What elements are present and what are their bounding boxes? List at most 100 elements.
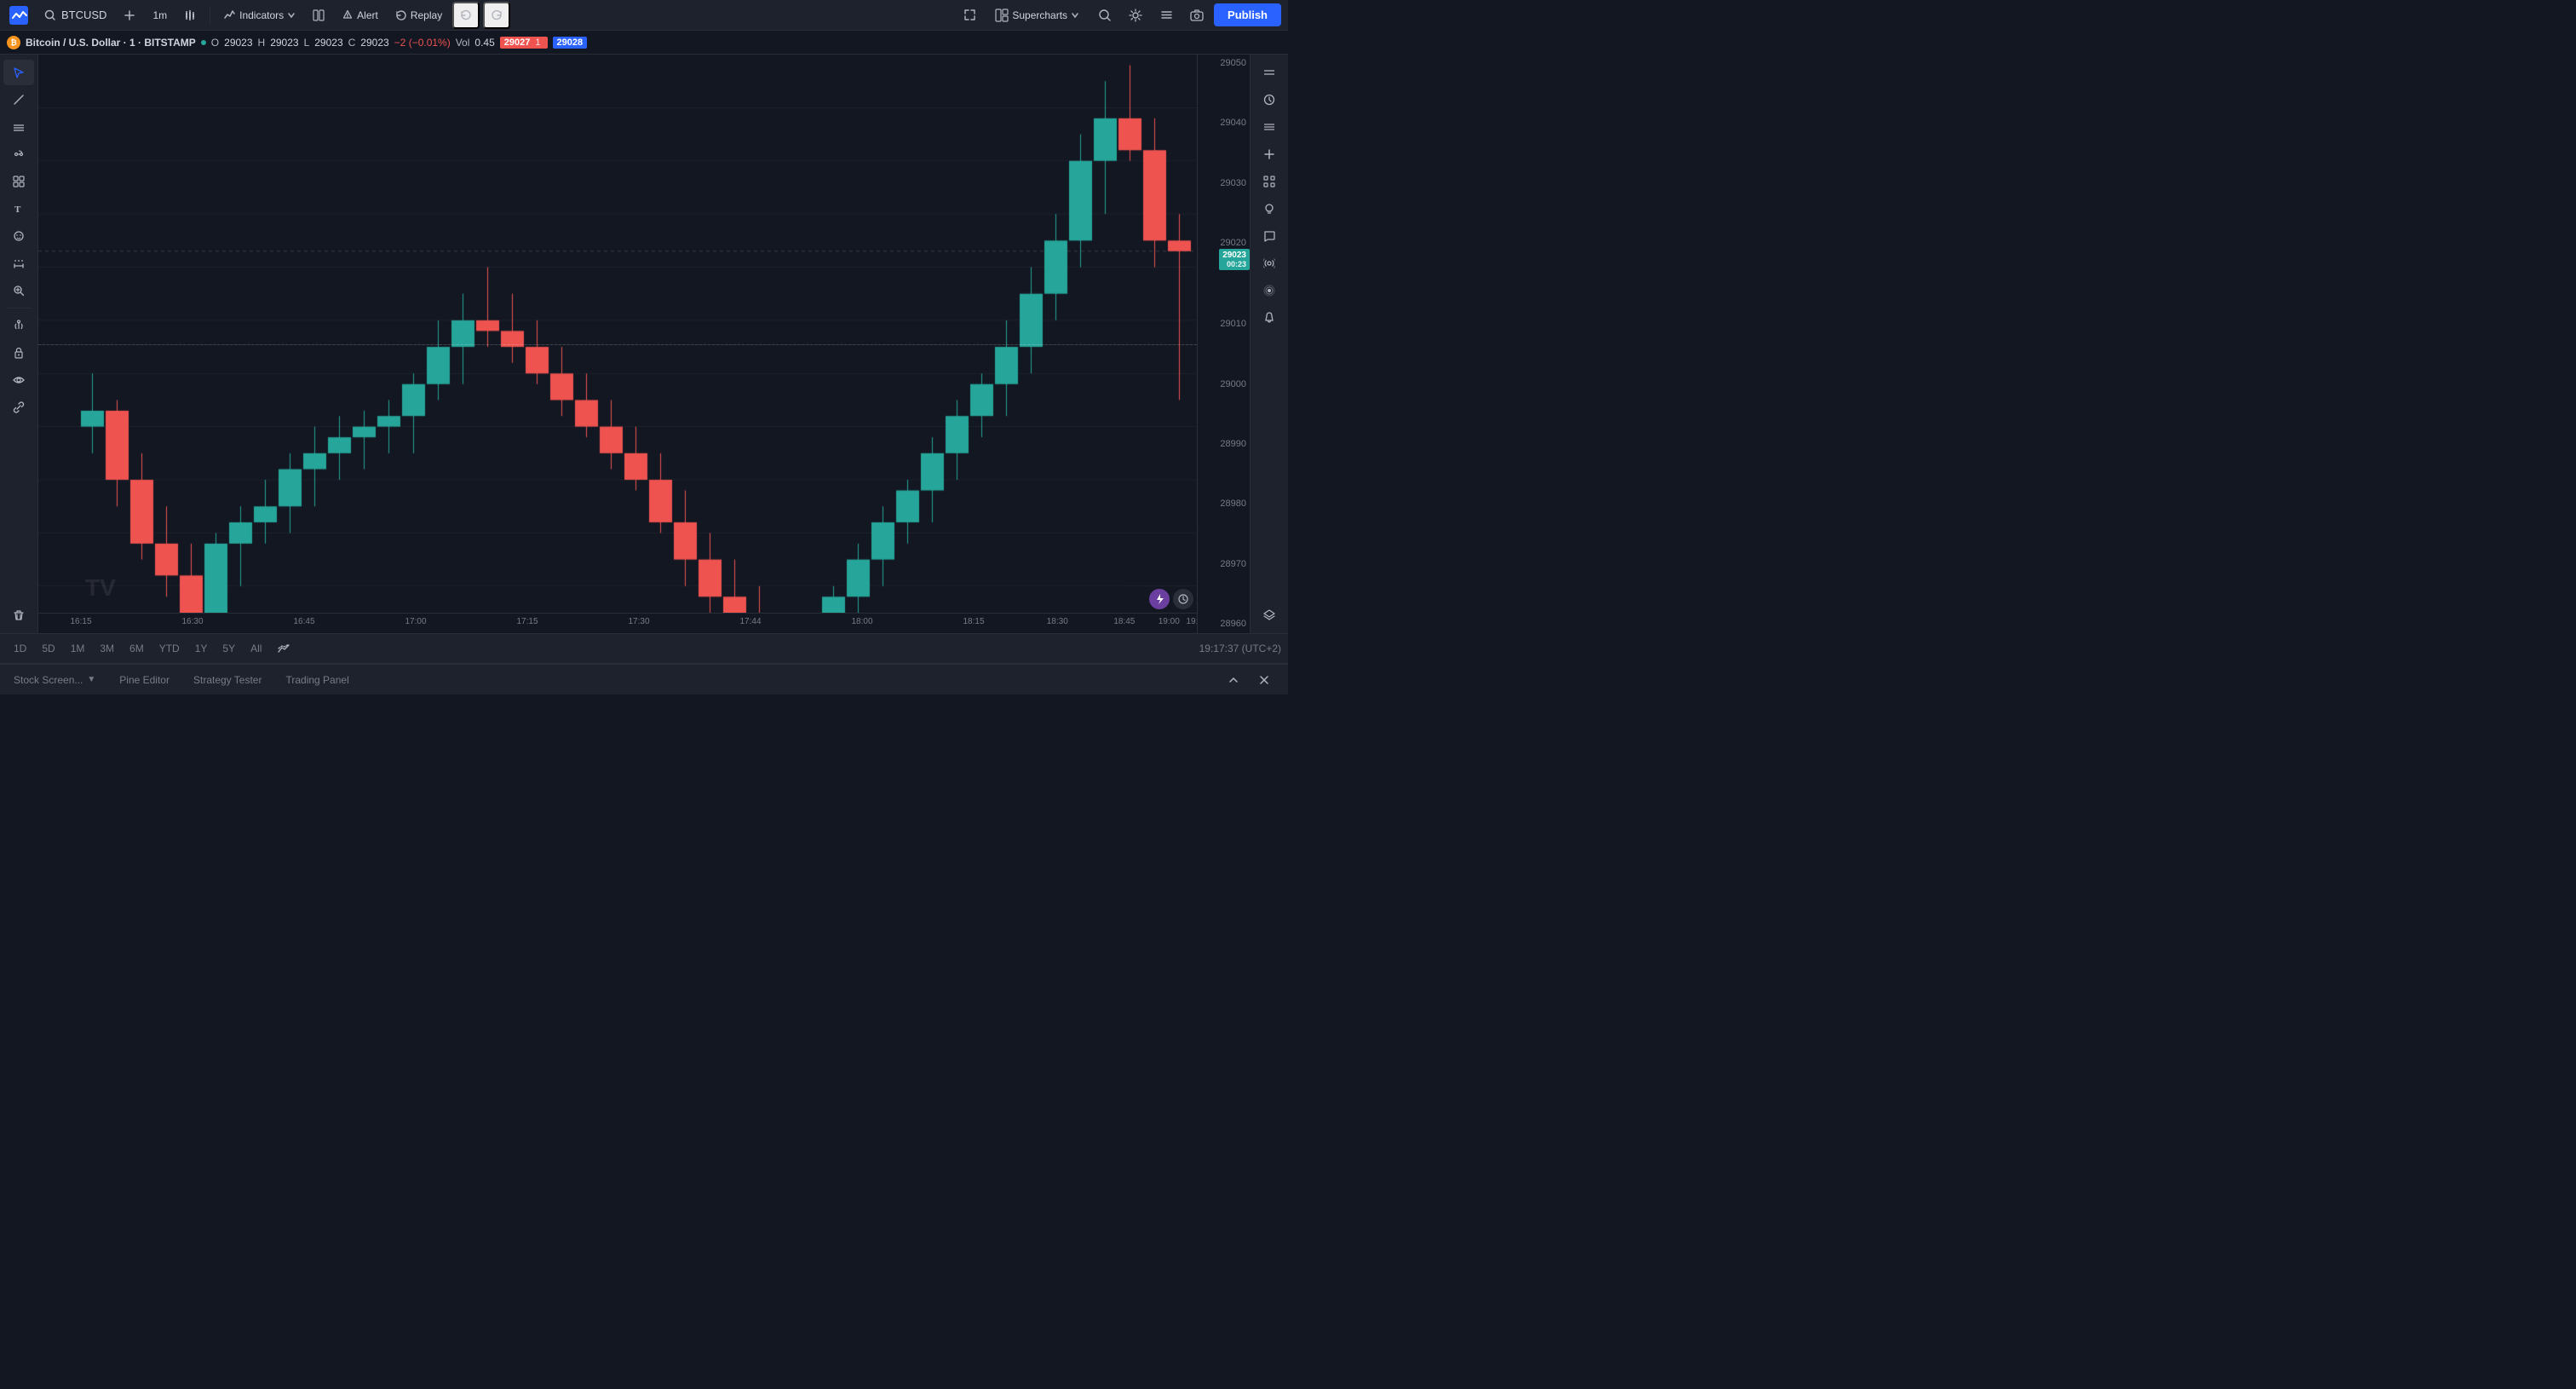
ask-price-box: 29028 xyxy=(553,37,588,49)
alert-button[interactable]: Alert xyxy=(335,6,385,25)
chart-type-button[interactable] xyxy=(177,6,203,25)
close-value: 29023 xyxy=(360,37,388,49)
replay-button[interactable]: Replay xyxy=(388,6,449,25)
watchlist-sidebar-btn[interactable] xyxy=(1254,87,1285,112)
camera-icon xyxy=(1190,9,1204,22)
signal-sidebar-btn[interactable] xyxy=(1254,278,1285,303)
time-label-1615: 16:15 xyxy=(70,617,91,626)
pattern-tool[interactable] xyxy=(3,169,34,194)
screenshot-button[interactable] xyxy=(1183,2,1210,29)
redo-button[interactable] xyxy=(483,2,510,29)
tf-all[interactable]: All xyxy=(244,639,268,658)
anchor-tool[interactable] xyxy=(3,313,34,338)
delete-tool[interactable] xyxy=(3,602,34,628)
fib-tool[interactable] xyxy=(3,141,34,167)
symbol-search[interactable]: BTCUSD xyxy=(37,5,113,25)
symbol-label: BTCUSD xyxy=(61,9,106,21)
tf-5d[interactable]: 5D xyxy=(35,639,61,658)
tf-ytd[interactable]: YTD xyxy=(152,639,187,658)
change-value: −2 (−0.01%) xyxy=(394,37,451,49)
layers-icon xyxy=(1263,609,1275,621)
drawing-tool[interactable] xyxy=(3,114,34,140)
goto-realtime-button[interactable] xyxy=(1173,589,1193,609)
tradingview-logo[interactable] xyxy=(7,3,31,27)
tf-1y[interactable]: 1Y xyxy=(188,639,215,658)
publish-button[interactable]: Publish xyxy=(1214,3,1281,26)
expand-icon xyxy=(1160,9,1173,21)
apps-sidebar-btn[interactable] xyxy=(1254,169,1285,194)
lock-icon xyxy=(13,347,25,359)
broadcast-sidebar-btn[interactable] xyxy=(1254,251,1285,276)
layout-button[interactable] xyxy=(306,6,331,25)
alerts-sidebar-btn[interactable] xyxy=(1254,305,1285,331)
supercharts-icon xyxy=(995,9,1009,22)
broadcast-icon xyxy=(1263,257,1275,269)
chevron-down-icon xyxy=(287,11,296,20)
time-label-1744: 17:44 xyxy=(739,617,761,626)
right-sidebar xyxy=(1250,55,1288,633)
time-label-1645: 16:45 xyxy=(293,617,314,626)
layers-sidebar-btn[interactable] xyxy=(1254,602,1285,628)
pine-editor-tab[interactable]: Pine Editor xyxy=(116,669,173,691)
tf-5y[interactable]: 5Y xyxy=(216,639,242,658)
time-label-1830: 18:30 xyxy=(1047,617,1068,626)
expand-button[interactable] xyxy=(1153,2,1180,29)
sidebar-chart-icon xyxy=(1263,66,1275,78)
measure-tool[interactable] xyxy=(3,251,34,276)
tf-6m[interactable]: 6M xyxy=(123,639,151,658)
supercharts-button[interactable]: Supercharts xyxy=(986,5,1088,26)
data-icon xyxy=(1263,121,1275,133)
ideas-sidebar-btn[interactable] xyxy=(1254,196,1285,222)
tf-3m[interactable]: 3M xyxy=(93,639,121,658)
low-label: L xyxy=(304,37,310,49)
line-tool[interactable] xyxy=(3,87,34,112)
lock-tool[interactable] xyxy=(3,340,34,366)
chart-type-sidebar-btn[interactable] xyxy=(1254,60,1285,85)
time-label-1900: 19:00 xyxy=(1159,617,1180,626)
cursor-tool[interactable] xyxy=(3,60,34,85)
settings-button[interactable] xyxy=(1122,2,1149,29)
strategy-tester-tab[interactable]: Strategy Tester xyxy=(190,669,265,691)
compare-button[interactable] xyxy=(277,642,290,655)
undo-button[interactable] xyxy=(452,2,480,29)
plus-icon-2 xyxy=(1263,148,1275,160)
emoji-tool[interactable] xyxy=(3,223,34,249)
compare-icon xyxy=(277,642,290,655)
bottom-panel-controls xyxy=(1220,666,1278,694)
price-level-28960: 28960 xyxy=(1198,619,1250,630)
indicators-button[interactable]: Indicators xyxy=(217,6,302,25)
close-label: C xyxy=(348,37,356,49)
drawing-icon xyxy=(13,121,25,133)
search-button[interactable] xyxy=(1091,2,1118,29)
bid-price-box: 29027 1 xyxy=(500,37,548,49)
current-price-area: 29020 29023 00:23 xyxy=(1198,238,1250,270)
panel-close-btn[interactable] xyxy=(1251,666,1278,694)
flash-icon xyxy=(1153,593,1165,605)
tf-1d[interactable]: 1D xyxy=(7,639,33,658)
text-tool[interactable]: T xyxy=(3,196,34,222)
chat-sidebar-btn[interactable] xyxy=(1254,223,1285,249)
timeframe-selector[interactable]: 1m xyxy=(146,6,174,25)
pattern-icon xyxy=(13,176,25,187)
link-tool[interactable] xyxy=(3,395,34,420)
panel-collapse-btn[interactable] xyxy=(1220,666,1247,694)
zoom-icon xyxy=(13,285,25,297)
trading-panel-tab[interactable]: Trading Panel xyxy=(282,669,352,691)
fullscreen-button[interactable] xyxy=(956,2,983,29)
add-sidebar-btn[interactable] xyxy=(1254,141,1285,167)
price-chart-canvas xyxy=(38,55,1197,613)
chart-area[interactable]: 29050 29040 29030 29020 29023 00:23 2901… xyxy=(38,55,1250,633)
add-symbol-button[interactable] xyxy=(117,6,142,25)
clock-icon xyxy=(1263,94,1275,106)
time-axis: 16:1516:3016:4517:0017:1517:3017:4418:00… xyxy=(38,613,1197,633)
visibility-tool[interactable] xyxy=(3,367,34,393)
price-scale[interactable]: 29050 29040 29030 29020 29023 00:23 2901… xyxy=(1197,55,1250,633)
eye-icon xyxy=(13,374,25,386)
tf-1m[interactable]: 1M xyxy=(64,639,92,658)
zoom-tool[interactable] xyxy=(3,278,34,303)
data-sidebar-btn[interactable] xyxy=(1254,114,1285,140)
lightbulb-icon xyxy=(1263,203,1275,215)
trading-button[interactable] xyxy=(1149,589,1170,609)
stock-screener-tab[interactable]: Stock Screen... ▼ xyxy=(10,669,99,691)
bottom-panel-bar: Stock Screen... ▼ Pine Editor Strategy T… xyxy=(0,664,1288,694)
